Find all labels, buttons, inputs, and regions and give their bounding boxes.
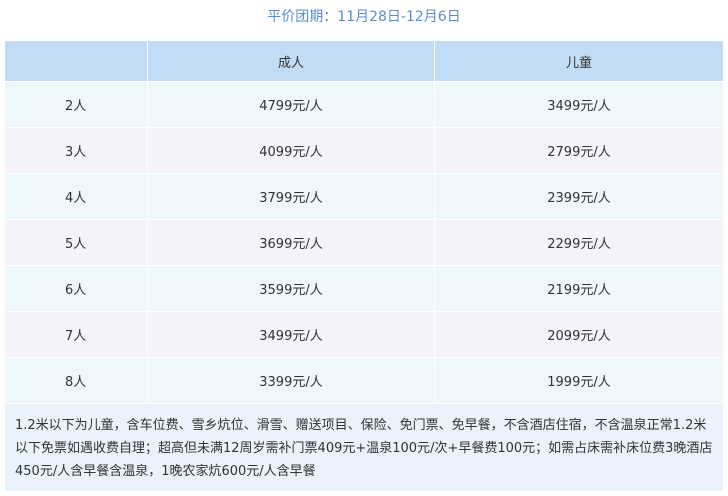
header-adult: 成人 (147, 40, 435, 82)
adult-price-cell: 4799元/人 (147, 81, 435, 128)
adult-price-cell: 4099元/人 (147, 127, 435, 174)
child-price-cell: 2199元/人 (434, 265, 724, 312)
child-price-cell: 2099元/人 (434, 311, 724, 358)
header-child: 儿童 (434, 40, 724, 82)
table-row: 2人 4799元/人 3499元/人 (4, 81, 724, 128)
adult-price-cell: 3799元/人 (147, 173, 435, 220)
adult-price-cell: 3599元/人 (147, 265, 435, 312)
group-size-cell: 7人 (4, 311, 148, 358)
child-price-cell: 2799元/人 (434, 127, 724, 174)
table-row: 8人 3399元/人 1999元/人 (4, 357, 724, 404)
page-title: 平价团期：11月28日-12月6日 (267, 9, 461, 25)
group-size-cell: 2人 (4, 81, 148, 128)
price-note: 1.2米以下为儿童，含车位费、雪乡炕位、滑雪、赠送项目、保险、免门票、免早餐，不… (4, 403, 724, 492)
child-price-cell: 2399元/人 (434, 173, 724, 220)
note-row: 1.2米以下为儿童，含车位费、雪乡炕位、滑雪、赠送项目、保险、免门票、免早餐，不… (4, 403, 724, 492)
adult-price-cell: 3399元/人 (147, 357, 435, 404)
header-row: 成人 儿童 (4, 40, 724, 82)
adult-price-cell: 3499元/人 (147, 311, 435, 358)
price-table: 成人 儿童 2人 4799元/人 3499元/人 3人 4099元/人 2799… (4, 40, 724, 492)
group-size-cell: 4人 (4, 173, 148, 220)
child-price-cell: 3499元/人 (434, 81, 724, 128)
group-size-cell: 6人 (4, 265, 148, 312)
adult-price-cell: 3699元/人 (147, 219, 435, 266)
table-row: 6人 3599元/人 2199元/人 (4, 265, 724, 312)
group-size-cell: 8人 (4, 357, 148, 404)
group-size-cell: 3人 (4, 127, 148, 174)
table-row: 4人 3799元/人 2399元/人 (4, 173, 724, 220)
child-price-cell: 1999元/人 (434, 357, 724, 404)
table-row: 7人 3499元/人 2099元/人 (4, 311, 724, 358)
table-row: 3人 4099元/人 2799元/人 (4, 127, 724, 174)
header-empty-cell (4, 40, 148, 82)
price-table-header: 成人 儿童 (4, 40, 724, 82)
child-price-cell: 2299元/人 (434, 219, 724, 266)
price-table-body: 2人 4799元/人 3499元/人 3人 4099元/人 2799元/人 4人… (4, 81, 724, 492)
table-row: 5人 3699元/人 2299元/人 (4, 219, 724, 266)
group-size-cell: 5人 (4, 219, 148, 266)
